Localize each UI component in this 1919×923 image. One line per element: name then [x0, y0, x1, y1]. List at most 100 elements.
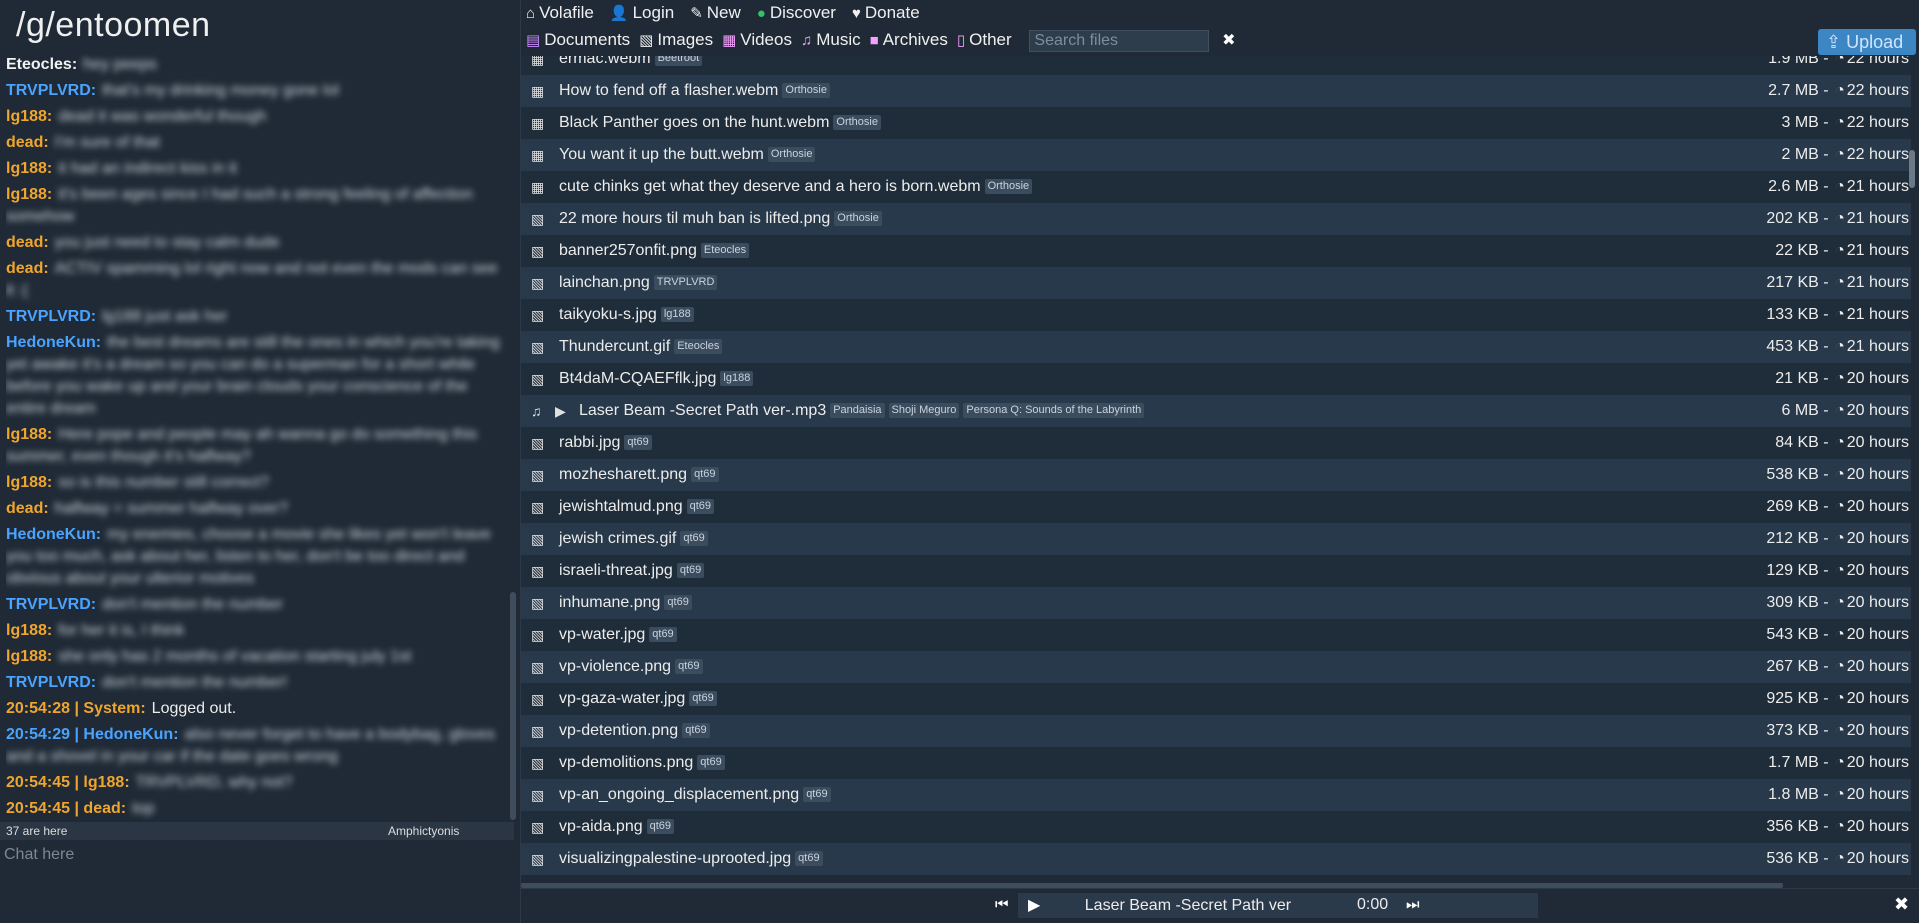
file-tag[interactable]: qt69: [686, 499, 715, 515]
filter-videos[interactable]: ▦ Videos: [722, 30, 792, 50]
file-name-link[interactable]: vp-detention.png: [559, 722, 678, 739]
file-row[interactable]: ▧ vp-water.jpg qt69 543 KB - ◔ 20 hours: [521, 619, 1911, 651]
chat-message-nick[interactable]: lg188:: [6, 622, 52, 639]
file-name-link[interactable]: Laser Beam -Secret Path ver-.mp3: [579, 402, 826, 419]
file-name-link[interactable]: You want it up the butt.webm: [559, 146, 764, 163]
file-row[interactable]: ▧ vp-aida.png qt69 356 KB - ◔ 20 hours: [521, 811, 1911, 843]
chat-scrollbar[interactable]: [510, 592, 516, 820]
filter-archives[interactable]: ■ Archives: [870, 30, 948, 50]
chat-message-nick[interactable]: dead:: [6, 500, 49, 517]
nav-new[interactable]: ✎ New: [690, 3, 741, 23]
file-tag[interactable]: Orthosie: [984, 179, 1033, 195]
chat-message-nick[interactable]: 20:54:29 | HedoneKun:: [6, 726, 179, 743]
file-name-link[interactable]: How to fend off a flasher.webm: [559, 82, 778, 99]
file-name-link[interactable]: vp-gaza-water.jpg: [559, 690, 685, 707]
file-list-scrollbar[interactable]: [1909, 150, 1915, 188]
next-track-icon[interactable]: ⏭: [1406, 896, 1420, 913]
chat-message-nick[interactable]: HedoneKun:: [6, 526, 101, 543]
chat-message-nick[interactable]: TRVPLVRD:: [6, 82, 96, 99]
file-name-link[interactable]: 22 more hours til muh ban is lifted.png: [559, 210, 830, 227]
filter-music[interactable]: ♫ Music: [801, 30, 861, 50]
file-row[interactable]: ▦ How to fend off a flasher.webm Orthosie 2…: [521, 75, 1911, 107]
file-row[interactable]: ▦ Black Panther goes on the hunt.webm Orth…: [521, 107, 1911, 139]
file-name-link[interactable]: israeli-threat.jpg: [559, 562, 673, 579]
play-icon[interactable]: ▶: [1028, 897, 1040, 914]
file-row[interactable]: ▧ Thundercunt.gif Eteocles 453 KB - ◔ 21 hou…: [521, 331, 1911, 363]
file-row[interactable]: ▧ vp-detention.png qt69 373 KB - ◔ 20 hours: [521, 715, 1911, 747]
file-row[interactable]: ▧ rabbi.jpg qt69 84 KB - ◔ 20 hours: [521, 427, 1911, 459]
file-name-link[interactable]: banner257onfit.png: [559, 242, 697, 259]
clear-search-icon[interactable]: ✖: [1222, 30, 1235, 50]
file-tag[interactable]: qt69: [675, 659, 703, 675]
file-tag[interactable]: TRVPLVRD: [653, 275, 718, 291]
file-tag[interactable]: Orthosie: [833, 115, 881, 131]
search-files-input[interactable]: [1029, 30, 1210, 52]
file-tag[interactable]: qt69: [682, 723, 710, 739]
file-row[interactable]: ▧ 22 more hours til muh ban is lifted.png…: [521, 203, 1911, 235]
file-row[interactable]: ♫ ▶ Laser Beam -Secret Path ver-.mp3 Pandai…: [521, 395, 1911, 427]
chat-message-nick[interactable]: lg188:: [6, 426, 52, 443]
file-tag[interactable]: Orthosie: [834, 211, 882, 227]
file-row[interactable]: ▧ mozhesharett.png qt69 538 KB - ◔ 20 hours: [521, 459, 1911, 491]
file-tag[interactable]: Orthosie: [767, 147, 816, 163]
chat-message-nick[interactable]: TRVPLVRD:: [6, 674, 96, 691]
file-name-link[interactable]: cute chinks get what they deserve and a …: [559, 178, 981, 195]
chat-input[interactable]: [0, 840, 514, 870]
file-name-link[interactable]: taikyoku-s.jpg: [559, 306, 657, 323]
file-row[interactable]: ▧ taikyoku-s.jpg lg188 133 KB - ◔ 21 hours: [521, 299, 1911, 331]
file-name-link[interactable]: mozhesharett.png: [559, 466, 687, 483]
chat-message-nick[interactable]: lg188:: [6, 160, 52, 177]
previous-track-icon[interactable]: ⏮: [995, 896, 1009, 913]
nav-login[interactable]: 👤 Login: [610, 3, 674, 23]
chat-message-nick[interactable]: dead:: [6, 260, 49, 277]
file-row[interactable]: ▦ ermac.webm Beetroot 1.9 MB - ◔ 22 hours: [521, 56, 1911, 75]
file-tag[interactable]: qt69: [649, 627, 677, 643]
current-user-nick[interactable]: Amphictyonis: [388, 824, 459, 838]
file-row[interactable]: ▧ vp-demolitions.png qt69 1.7 MB - ◔ 20 hour…: [521, 747, 1911, 779]
file-name-link[interactable]: inhumane.png: [559, 594, 660, 611]
file-tag[interactable]: qt69: [624, 435, 652, 451]
chat-message-nick[interactable]: dead:: [6, 134, 49, 151]
file-row[interactable]: ▧ banner257onfit.png Eteocles 22 KB - ◔ 21 h…: [521, 235, 1911, 267]
chat-message-nick[interactable]: 20:54:28 | System:: [6, 700, 146, 717]
file-tag[interactable]: qt69: [664, 595, 692, 611]
nav-donate[interactable]: ♥ Donate: [852, 3, 920, 23]
file-tag[interactable]: lg188: [720, 371, 754, 387]
file-name-link[interactable]: jewish crimes.gif: [559, 530, 676, 547]
file-row[interactable]: ▧ jewish crimes.gif qt69 212 KB - ◔ 20 hours: [521, 523, 1911, 555]
filter-images[interactable]: ▧ Images: [639, 30, 713, 50]
file-name-link[interactable]: vp-water.jpg: [559, 626, 645, 643]
chat-message-nick[interactable]: lg188:: [6, 474, 52, 491]
file-row[interactable]: ▧ vp-violence.png qt69 267 KB - ◔ 20 hours: [521, 651, 1911, 683]
chat-message-nick[interactable]: dead:: [6, 234, 49, 251]
file-row[interactable]: ▧ vp-gaza-water.jpg qt69 925 KB - ◔ 20 hours: [521, 683, 1911, 715]
file-tag[interactable]: Eteocles: [674, 339, 723, 355]
player-track-bar[interactable]: ▶ Laser Beam -Secret Path ver: [1018, 893, 1538, 918]
file-name-link[interactable]: vp-aida.png: [559, 818, 643, 835]
file-tag[interactable]: Pandaisia: [830, 403, 885, 419]
file-name-link[interactable]: vp-demolitions.png: [559, 754, 693, 771]
file-tag[interactable]: Eteocles: [700, 243, 750, 259]
file-tag[interactable]: qt69: [646, 819, 675, 835]
file-tag[interactable]: lg188: [660, 307, 694, 323]
file-row[interactable]: ▦ You want it up the butt.webm Orthosie 2 M…: [521, 139, 1911, 171]
file-tag[interactable]: Beetroot: [654, 56, 703, 67]
chat-message-nick[interactable]: TRVPLVRD:: [6, 308, 96, 325]
file-row[interactable]: ▦ cute chinks get what they deserve and a…: [521, 171, 1911, 203]
file-tag[interactable]: Persona Q: Sounds of the Labyrinth: [963, 403, 1145, 419]
file-row[interactable]: ▧ lainchan.png TRVPLVRD 217 KB - ◔ 21 hours: [521, 267, 1911, 299]
file-tag[interactable]: qt69: [676, 563, 705, 579]
file-row[interactable]: ▧ Bt4daM-CQAEFflk.jpg lg188 21 KB - ◔ 20 hou…: [521, 363, 1911, 395]
chat-message-nick[interactable]: 20:54:45 | lg188:: [6, 774, 130, 791]
file-name-link[interactable]: vp-violence.png: [559, 658, 671, 675]
file-row[interactable]: ▧ jewishtalmud.png qt69 269 KB - ◔ 20 hours: [521, 491, 1911, 523]
chat-message-nick[interactable]: lg188:: [6, 108, 52, 125]
nav-volafile[interactable]: ⌂ Volafile: [526, 3, 594, 23]
chat-message-nick[interactable]: lg188:: [6, 186, 52, 203]
chat-message-nick[interactable]: Eteocles:: [6, 56, 77, 73]
file-row[interactable]: ▧ israeli-threat.jpg qt69 129 KB - ◔ 20 hour…: [521, 555, 1911, 587]
filter-documents[interactable]: ▤ Documents: [526, 30, 630, 50]
file-row[interactable]: ▧ inhumane.png qt69 309 KB - ◔ 20 hours: [521, 587, 1911, 619]
file-name-link[interactable]: jewishtalmud.png: [559, 498, 683, 515]
file-tag[interactable]: qt69: [680, 531, 708, 547]
